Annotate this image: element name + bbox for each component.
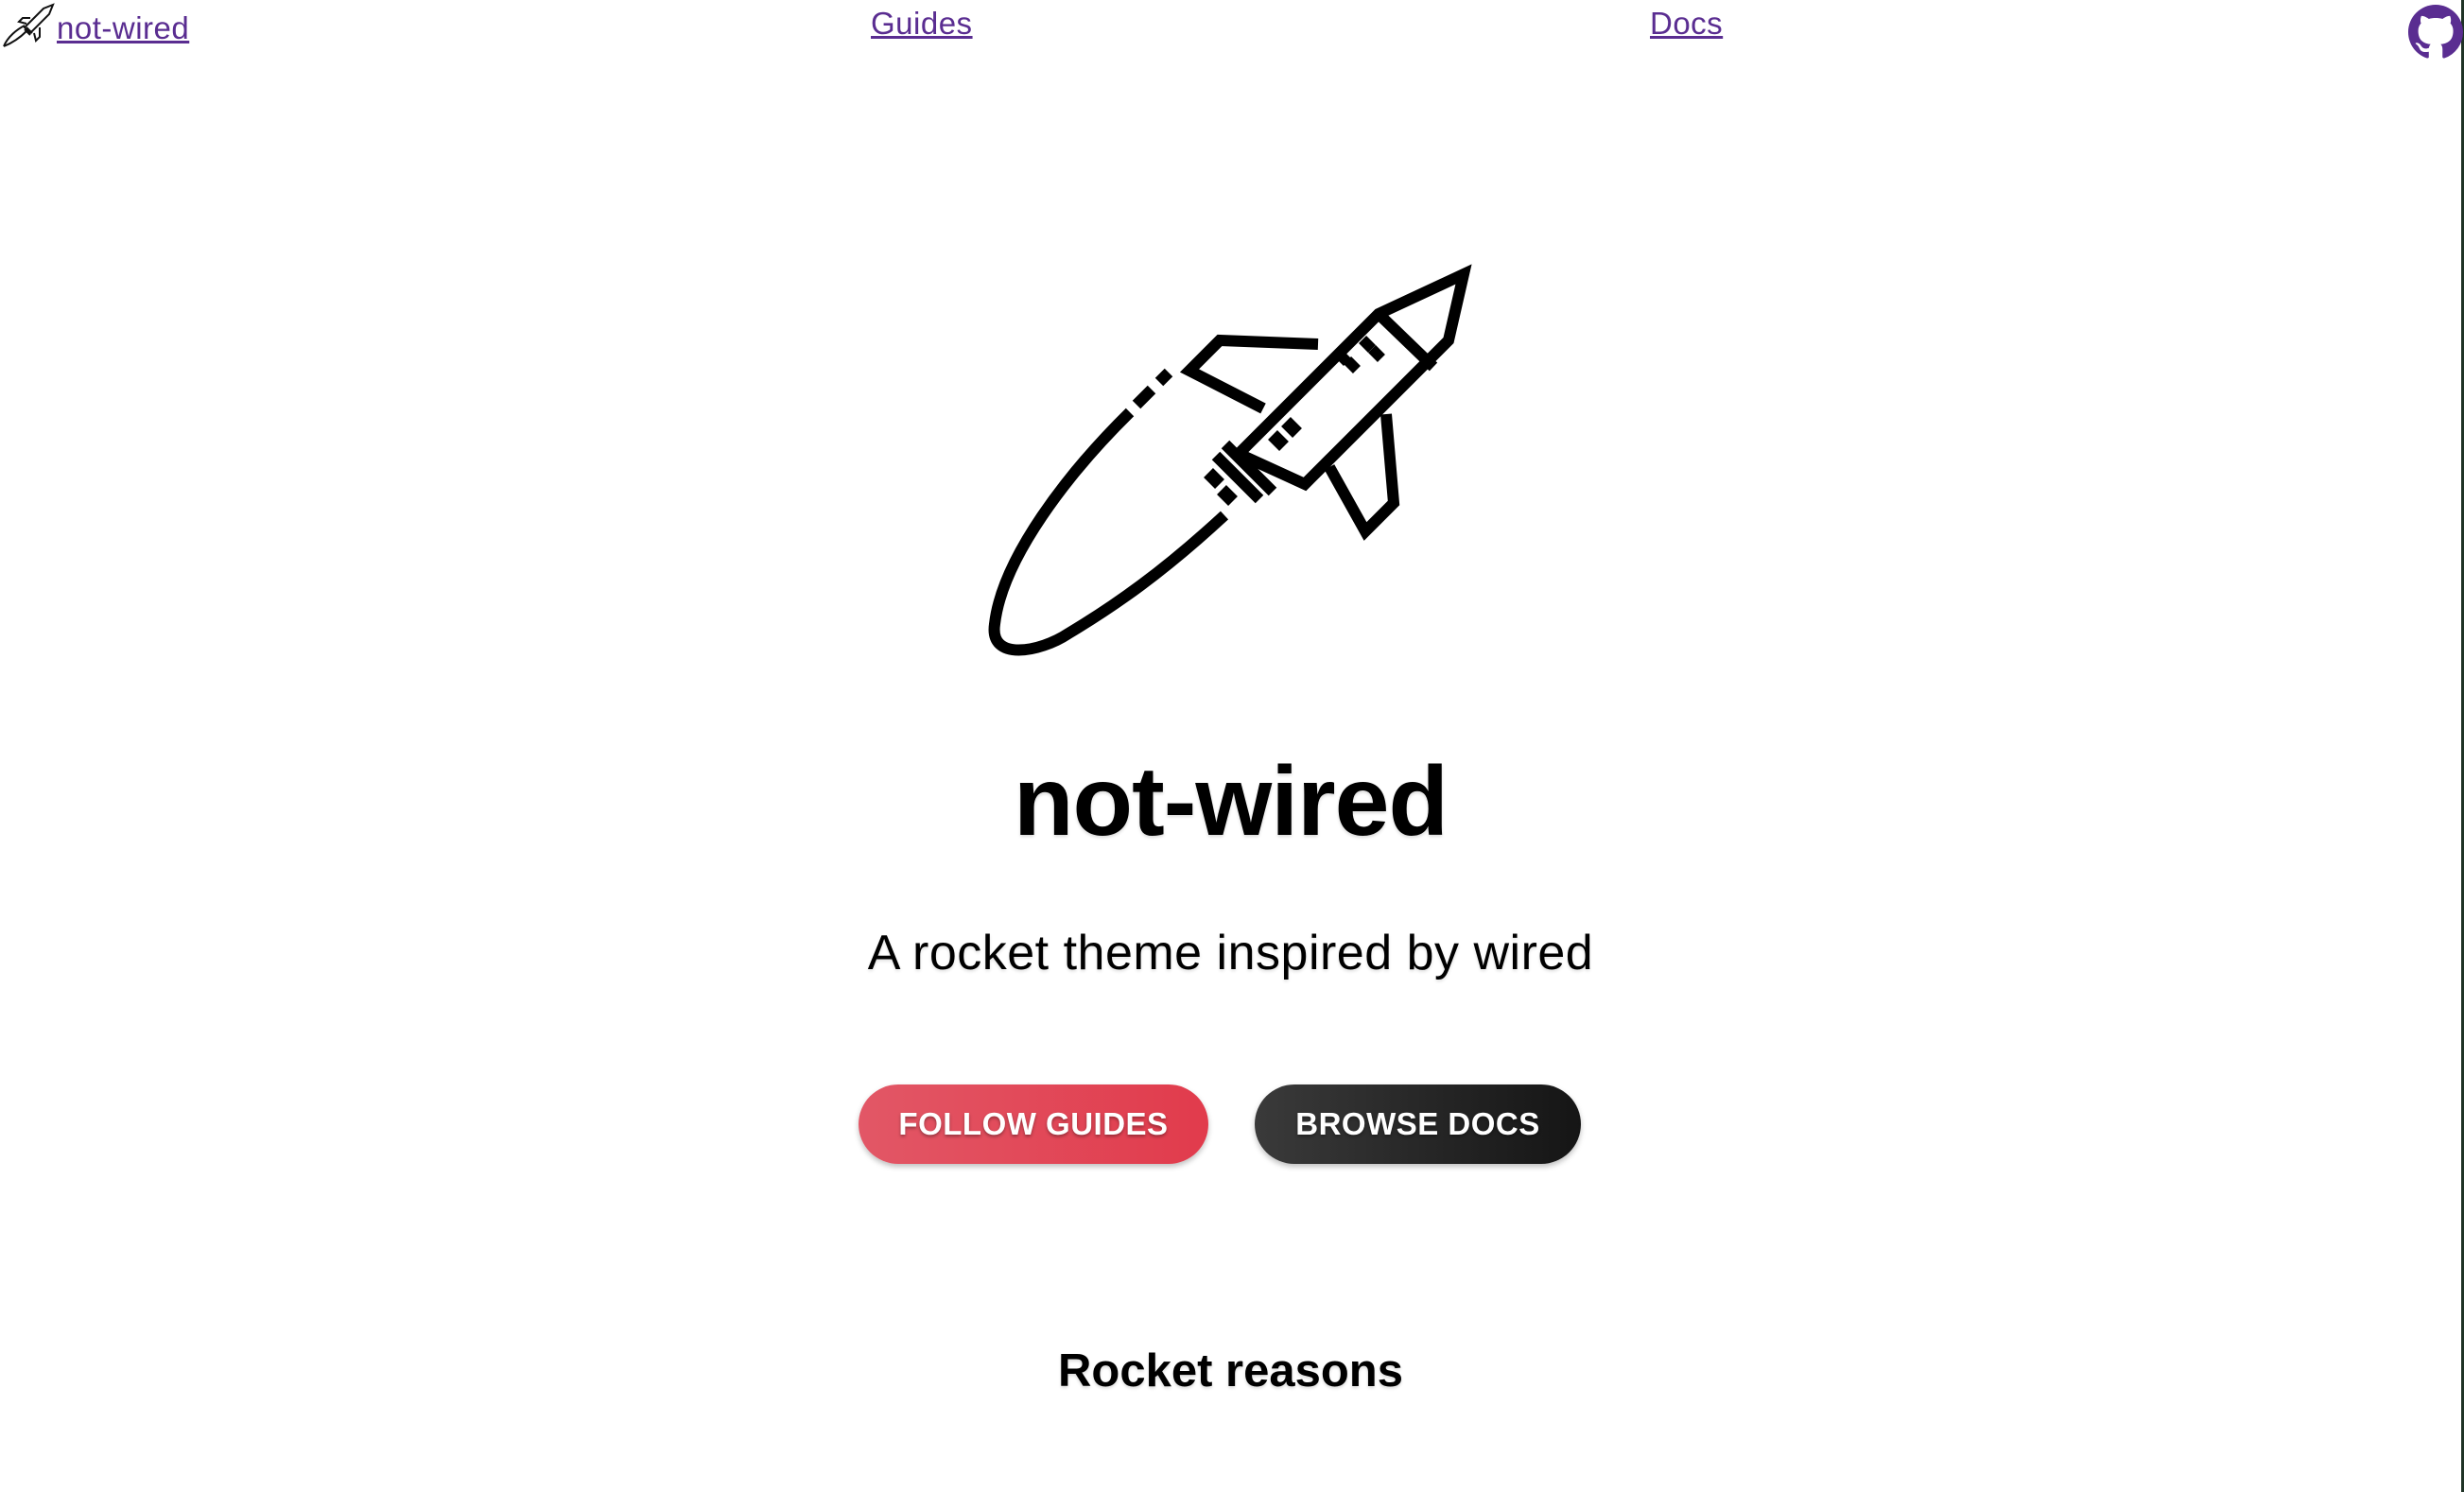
nav-link-guides[interactable]: Guides — [871, 5, 973, 43]
brand-link[interactable]: not-wired — [0, 3, 190, 52]
github-link[interactable] — [2408, 5, 2463, 60]
page: not-wired Guides Docs not-wired A rocket… — [0, 0, 2464, 1492]
follow-guides-button[interactable]: FOLLOW GUIDES — [859, 1084, 1208, 1164]
top-nav: not-wired Guides Docs — [0, 0, 2463, 60]
section-title: Rocket reasons — [1058, 1345, 1403, 1397]
brand-label: not-wired — [57, 10, 190, 45]
browse-docs-button[interactable]: BROWSE DOCS — [1255, 1084, 1581, 1164]
hero-rocket-icon — [983, 255, 1475, 671]
nav-link-docs[interactable]: Docs — [1650, 5, 1723, 43]
github-icon — [2408, 5, 2463, 60]
hero-subtitle: A rocket theme inspired by wired — [867, 926, 1594, 980]
hero-title: not-wired — [1014, 747, 1449, 857]
rocket-icon — [0, 0, 57, 52]
